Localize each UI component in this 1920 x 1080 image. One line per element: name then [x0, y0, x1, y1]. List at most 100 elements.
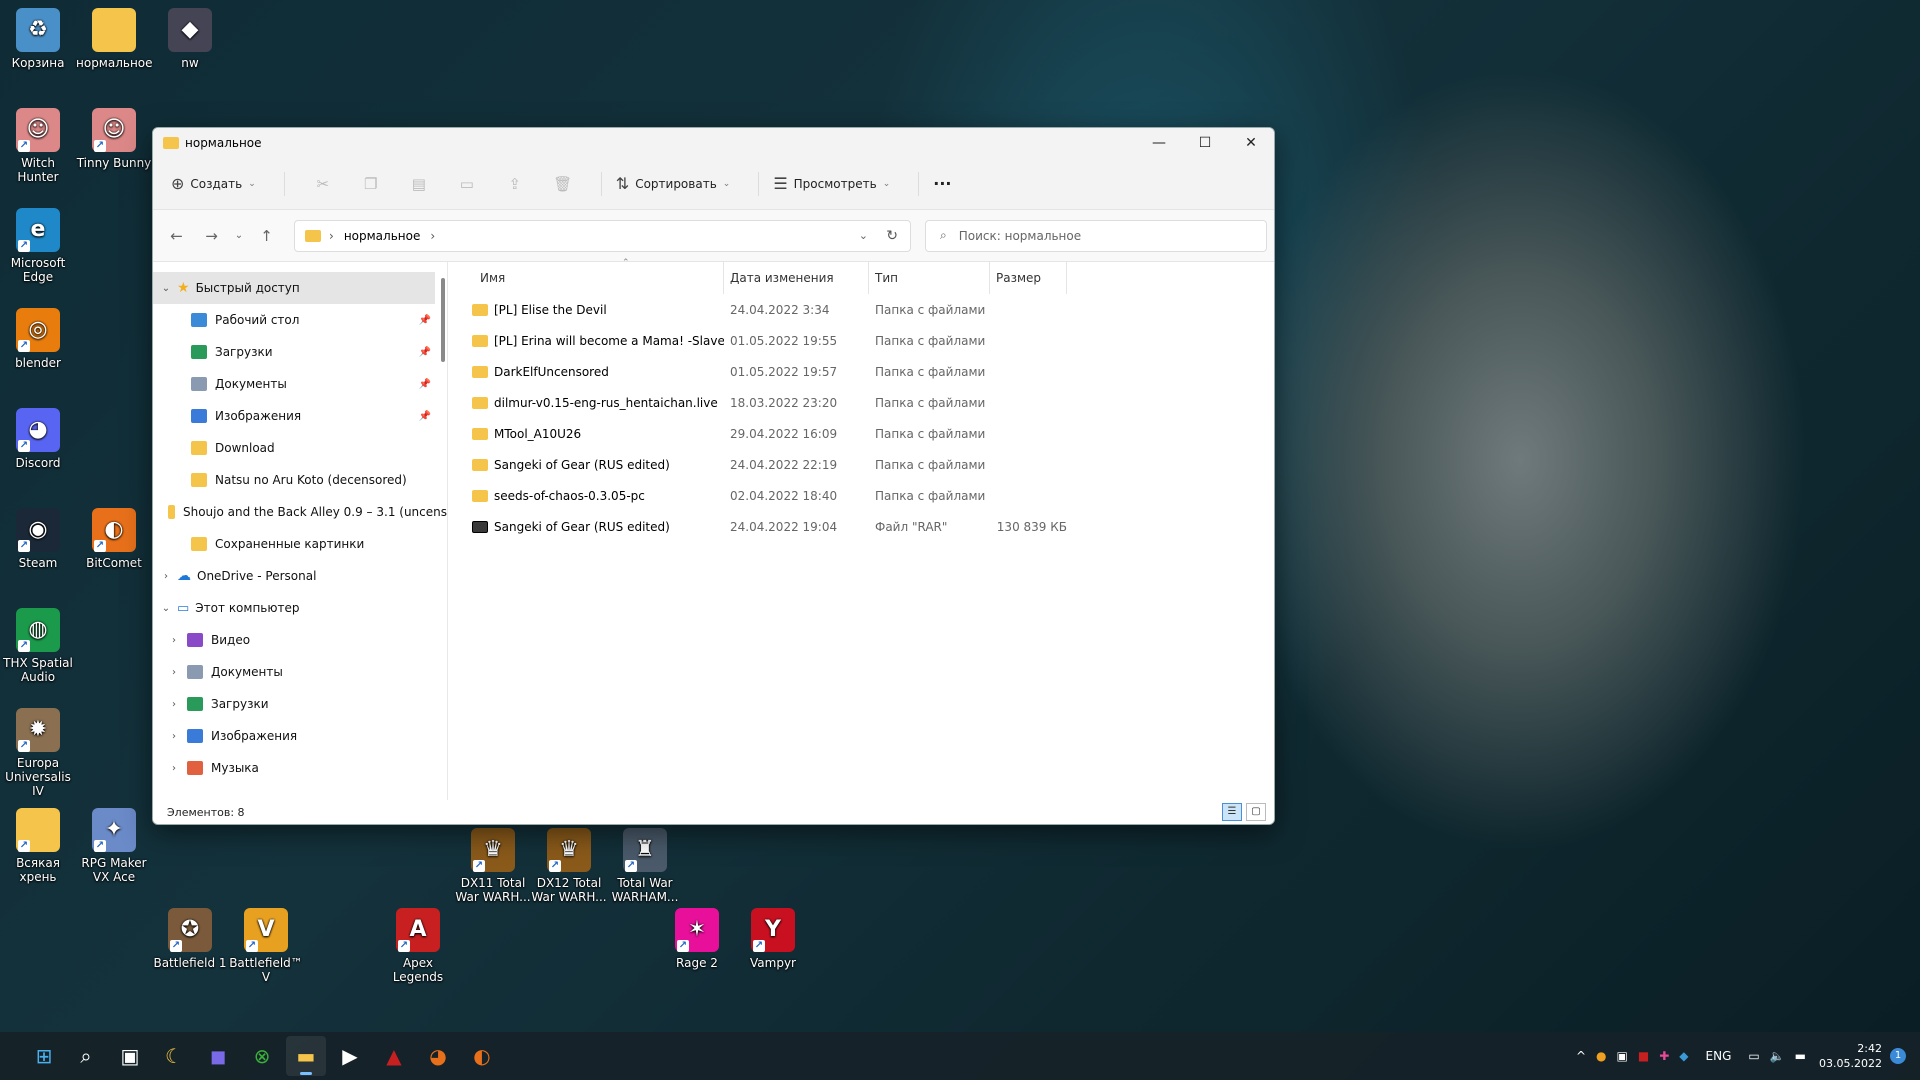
- desktop-icon[interactable]: ◆ nw: [152, 8, 228, 70]
- nav-item[interactable]: › Документы: [153, 656, 447, 688]
- file-row[interactable]: [PL] Elise the Devil 24.04.2022 3:34 Папка…: [464, 294, 1274, 325]
- desktop-icon[interactable]: ◍ ↗ THX Spatial Audio: [0, 608, 76, 684]
- nav-item[interactable]: › Загрузки: [153, 688, 447, 720]
- column-size[interactable]: Размер: [990, 262, 1067, 294]
- desktop-icon[interactable]: ↗ Всякая хрень: [0, 808, 76, 884]
- desktop-icon[interactable]: ◉ ↗ Steam: [0, 508, 76, 570]
- cut-icon[interactable]: ✂: [299, 175, 347, 193]
- desktop-icon[interactable]: ☺ ↗ Tinny Bunny: [76, 108, 152, 170]
- nav-this-pc[interactable]: ⌄ ▭ Этот компьютер: [153, 592, 447, 624]
- taskbar-start-icon[interactable]: ⊞: [24, 1036, 64, 1076]
- file-row[interactable]: Sangeki of Gear (RUS edited) 24.04.2022 1…: [464, 511, 1274, 542]
- desktop-icon[interactable]: ☺ ↗ Witch Hunter: [0, 108, 76, 184]
- network-icon[interactable]: ▭: [1748, 1049, 1759, 1063]
- chevron-right-icon[interactable]: ›: [167, 699, 181, 710]
- nav-item[interactable]: › Музыка: [153, 752, 447, 784]
- tray-overflow-chevron-icon[interactable]: ^: [1576, 1049, 1586, 1063]
- details-view-icon[interactable]: ☰: [1222, 803, 1242, 821]
- paste-icon[interactable]: ▤: [395, 175, 443, 193]
- chevron-right-icon[interactable]: ›: [167, 635, 181, 646]
- delete-icon[interactable]: 🗑: [539, 175, 587, 193]
- forward-arrow-icon[interactable]: →: [194, 227, 229, 245]
- back-arrow-icon[interactable]: ←: [159, 227, 194, 245]
- desktop-icon[interactable]: ✦ ↗ RPG Maker VX Ace: [76, 808, 152, 884]
- share-icon[interactable]: ⇪: [491, 175, 539, 193]
- search-input[interactable]: ⌕ Поиск: нормальное: [925, 219, 1267, 252]
- address-dropdown-icon[interactable]: ⌄: [859, 229, 868, 242]
- desktop-icon[interactable]: ◕ ↗ Discord: [0, 408, 76, 470]
- file-row[interactable]: seeds-of-chaos-0.3.05-pc 02.04.2022 18:40…: [464, 480, 1274, 511]
- chevron-down-icon[interactable]: ⌄: [159, 603, 173, 614]
- desktop-icon[interactable]: V ↗ Battlefield™ V: [228, 908, 304, 984]
- chevron-right-icon[interactable]: ›: [159, 571, 173, 582]
- taskbar-chat-icon[interactable]: ◼: [198, 1036, 238, 1076]
- nav-item[interactable]: › Видео: [153, 624, 447, 656]
- taskbar-widgets-icon[interactable]: ☾: [154, 1036, 194, 1076]
- desktop-icon[interactable]: ♻ Корзина: [0, 8, 76, 70]
- chevron-right-icon[interactable]: ›: [167, 763, 181, 774]
- desktop-icon[interactable]: ✶ ↗ Rage 2: [659, 908, 735, 970]
- refresh-icon[interactable]: ↻: [886, 228, 898, 244]
- taskbar-task-view-icon[interactable]: ▣: [110, 1036, 150, 1076]
- tray-app-icon[interactable]: ■: [1638, 1049, 1649, 1063]
- file-row[interactable]: DarkElfUncensored 01.05.2022 19:57 Папка с…: [464, 356, 1274, 387]
- nav-item[interactable]: Изображения 📌: [153, 400, 447, 432]
- desktop-icon[interactable]: ♛ ↗ DX12 Total War WARH...: [531, 828, 607, 904]
- up-arrow-icon[interactable]: ↑: [249, 227, 284, 245]
- more-options-button[interactable]: ···: [933, 174, 951, 193]
- copy-icon[interactable]: ❐: [347, 175, 395, 193]
- desktop-icon[interactable]: ◎ ↗ blender: [0, 308, 76, 370]
- battery-icon[interactable]: ▬: [1795, 1049, 1806, 1063]
- column-name[interactable]: Имя: [464, 262, 724, 294]
- notification-badge[interactable]: 1: [1890, 1048, 1906, 1064]
- desktop-icon[interactable]: нормальное: [76, 8, 153, 70]
- desktop-icon[interactable]: ✪ ↗ Battlefield 1: [152, 908, 228, 970]
- taskbar-xbox-icon[interactable]: ⊗: [242, 1036, 282, 1076]
- breadcrumb-chevron-icon[interactable]: ›: [430, 229, 435, 243]
- recent-chevron-icon[interactable]: ⌄: [229, 230, 249, 241]
- taskbar-app-red-icon[interactable]: ▲: [374, 1036, 414, 1076]
- desktop-icon[interactable]: ✹ ↗ Europa Universalis IV: [0, 708, 76, 798]
- desktop-icon[interactable]: e ↗ Microsoft Edge: [0, 208, 76, 284]
- desktop-icon[interactable]: ♜ ↗ Total War WARHAM...: [607, 828, 683, 904]
- tray-app-icon[interactable]: ●: [1596, 1049, 1606, 1063]
- nav-item[interactable]: › Изображения: [153, 720, 447, 752]
- close-button[interactable]: ✕: [1228, 128, 1274, 158]
- taskbar-firefox-icon[interactable]: ◕: [418, 1036, 458, 1076]
- maximize-button[interactable]: ☐: [1182, 128, 1228, 158]
- column-type[interactable]: Тип: [869, 262, 990, 294]
- language-indicator[interactable]: ENG: [1706, 1049, 1732, 1063]
- desktop-icon[interactable]: ◐ ↗ BitComet: [76, 508, 152, 570]
- file-row[interactable]: MTool_A10U26 29.04.2022 16:09 Папка с файл…: [464, 418, 1274, 449]
- nav-item[interactable]: Загрузки 📌: [153, 336, 447, 368]
- desktop-icon[interactable]: A ↗ Apex Legends: [380, 908, 456, 984]
- nav-quick-access[interactable]: ⌄ ★ Быстрый доступ: [153, 272, 435, 304]
- nav-scrollbar[interactable]: [441, 278, 445, 362]
- file-row[interactable]: [PL] Erina will become a Mama! -Slave Di…: [464, 325, 1274, 356]
- chevron-right-icon[interactable]: ›: [167, 731, 181, 742]
- tray-app-icon[interactable]: ✚: [1659, 1049, 1669, 1063]
- file-row[interactable]: Sangeki of Gear (RUS edited) 24.04.2022 2…: [464, 449, 1274, 480]
- chevron-right-icon[interactable]: ›: [167, 667, 181, 678]
- minimize-button[interactable]: —: [1136, 128, 1182, 158]
- sort-button[interactable]: ⇅ Сортировать ⌄: [616, 174, 731, 193]
- nav-item[interactable]: Natsu no Aru Koto (decensored): [153, 464, 447, 496]
- address-bar[interactable]: › нормальное › ⌄ ↻: [294, 219, 911, 252]
- nav-item[interactable]: Документы 📌: [153, 368, 447, 400]
- taskbar-explorer-icon[interactable]: ▬: [286, 1036, 326, 1076]
- tray-app-icon[interactable]: ◆: [1679, 1049, 1688, 1063]
- nav-item[interactable]: Shoujo and the Back Alley 0.9 – 3.1 (unc…: [153, 496, 447, 528]
- nav-item[interactable]: Сохраненные картинки: [153, 528, 447, 560]
- title-bar[interactable]: нормальное — ☐ ✕: [153, 128, 1274, 158]
- taskbar-media-player-icon[interactable]: ▶: [330, 1036, 370, 1076]
- nav-item[interactable]: Рабочий стол 📌: [153, 304, 447, 336]
- chevron-down-icon[interactable]: ⌄: [159, 283, 173, 294]
- view-button[interactable]: ☰ Просмотреть ⌄: [773, 174, 890, 193]
- volume-icon[interactable]: 🔈: [1770, 1049, 1785, 1063]
- nav-onedrive[interactable]: › ☁ OneDrive - Personal: [153, 560, 447, 592]
- taskbar-search-icon[interactable]: ⌕: [66, 1036, 106, 1076]
- file-row[interactable]: dilmur-v0.15-eng-rus_hentaichan.live 18.0…: [464, 387, 1274, 418]
- column-date[interactable]: Дата изменения: [724, 262, 869, 294]
- tiles-view-icon[interactable]: ▢: [1246, 803, 1266, 821]
- desktop-icon[interactable]: ♛ ↗ DX11 Total War WARH...: [455, 828, 531, 904]
